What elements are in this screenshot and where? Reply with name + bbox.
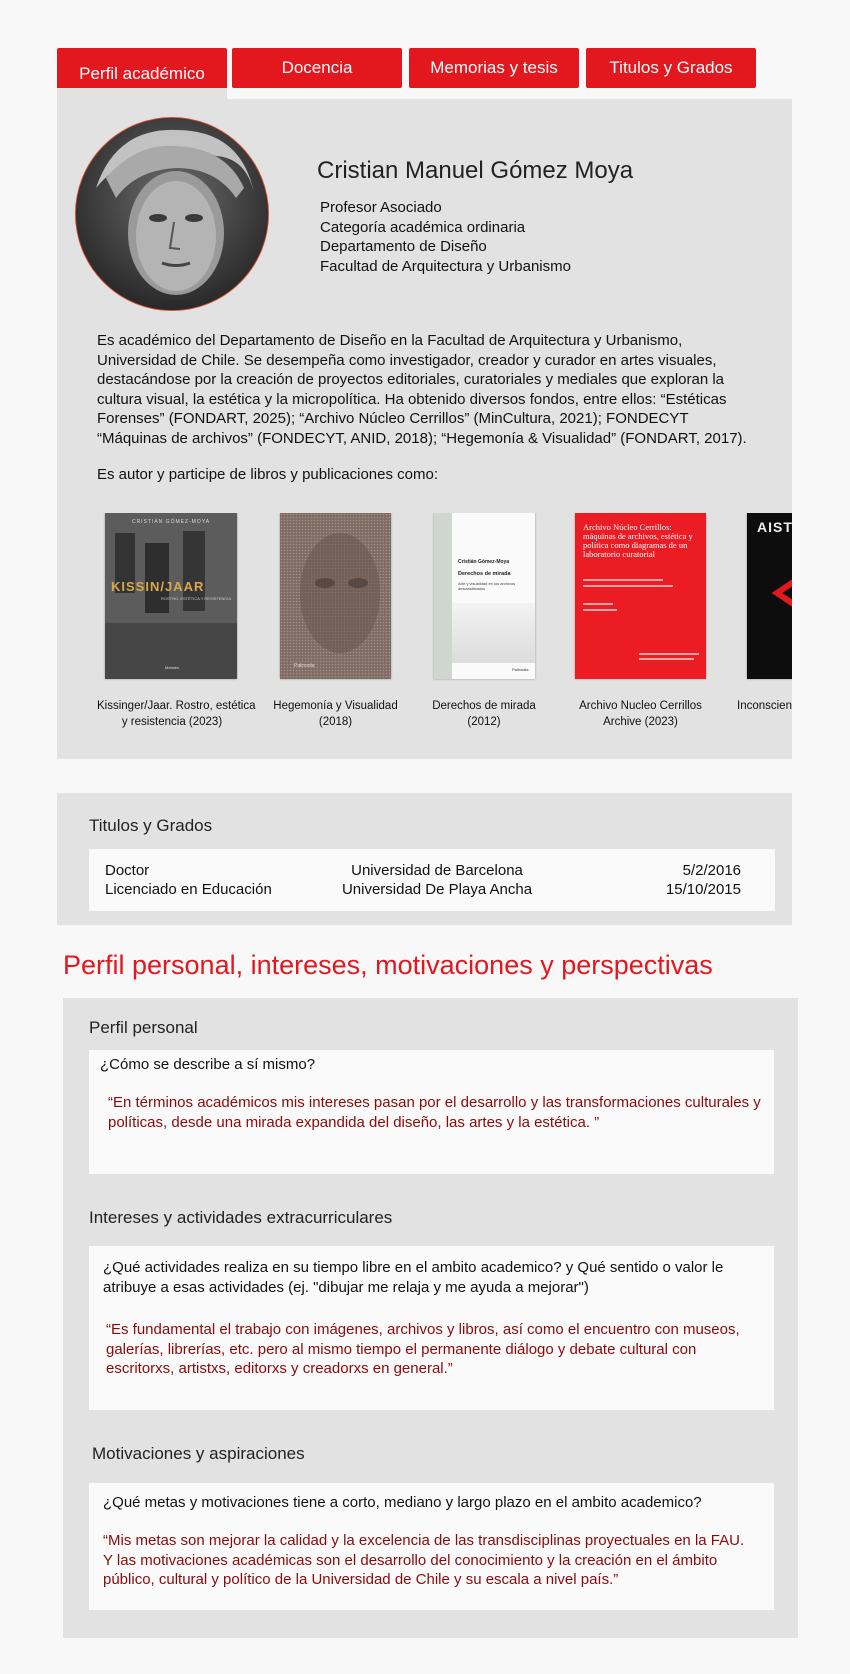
profile-panel: Cristian Manuel Gómez Moya Profesor Asoc… xyxy=(57,99,792,759)
answer-text: “Mis metas son mejorar la calidad y la e… xyxy=(103,1532,745,1588)
tab-memorias-y-tesis[interactable]: Memorias y tesis xyxy=(409,48,579,88)
personal-profile-title: Perfil personal xyxy=(89,1018,198,1037)
book-caption: Derechos de mirada (2012) xyxy=(432,700,536,728)
book-caption: Hegemonía y Visualidad (2018) xyxy=(273,700,398,728)
book-cover-derechos-de-mirada[interactable]: Cristián Gómez-Moya Derechos de mirada A… xyxy=(434,513,535,679)
profile-name: Cristian Manuel Gómez Moya xyxy=(317,157,634,184)
degree-institution: Universidad de Barcelona xyxy=(351,862,523,879)
role-faculty: Facultad de Arquitectura y Urbanismo xyxy=(320,257,571,275)
books-intro: Es autor y participe de libros y publica… xyxy=(97,466,439,483)
motivations-title: Motivaciones y aspiraciones xyxy=(92,1444,305,1463)
active-tab-connector xyxy=(57,88,227,102)
answer-text: “En términos académicos mis intereses pa… xyxy=(108,1094,761,1131)
book-cover-inconsciente[interactable]: AISTH xyxy=(747,513,792,679)
table-row: Licenciado en Educación Universidad De P… xyxy=(89,881,775,900)
book-caption: Inconsciente xyxy=(737,700,792,712)
cover-publisher: Palinodia xyxy=(512,667,529,672)
motivations-box: ¿Qué metas y motivaciones tiene a corto,… xyxy=(89,1483,774,1610)
degree-date: 5/2/2016 xyxy=(682,862,741,879)
grades-title: Titulos y Grados xyxy=(89,816,213,835)
degree-name: Licenciado en Educación xyxy=(105,881,272,898)
interests-title: Intereses y actividades extracurriculare… xyxy=(89,1208,393,1227)
book-cover-hegemonia[interactable]: Palinodia xyxy=(280,513,391,679)
cover-title: Derechos de mirada xyxy=(458,571,511,577)
personal-panel: Perfil personal ¿Cómo se describe a sí m… xyxy=(63,998,798,1638)
cover-title: KISSIN/JAAR xyxy=(111,579,205,594)
book-cover-kissin-jaar[interactable]: CRISTIÁN GÓMEZ-MOYA KISSIN/JAAR ROSTRO, … xyxy=(105,513,237,679)
role-department: Departamento de Diseño xyxy=(320,238,487,255)
role-list: Profesor Asociado Categoría académica or… xyxy=(320,198,571,276)
degree-institution: Universidad De Playa Ancha xyxy=(341,881,533,898)
books-carousel: CRISTIÁN GÓMEZ-MOYA KISSIN/JAAR ROSTRO, … xyxy=(57,513,792,733)
personal-profile-box: ¿Cómo se describe a sí mismo? “En términ… xyxy=(89,1050,774,1174)
avatar xyxy=(75,117,269,311)
cover-subtitle: Arte y visualidad en los archivos descla… xyxy=(458,581,516,591)
question-text: ¿Qué actividades realiza en su tiempo li… xyxy=(103,1259,724,1296)
answer-text: “Es fundamental el trabajo con imágenes,… xyxy=(106,1321,740,1377)
cover-title: Archivo Núcleo Cerrillos: máquinas de ar… xyxy=(583,522,693,559)
role-position: Profesor Asociado xyxy=(320,199,442,216)
tab-titulos-y-grados[interactable]: Titulos y Grados xyxy=(586,48,756,88)
profile-bio: Es académico del Departamento de Diseño … xyxy=(97,332,747,447)
book-caption: Archivo Nucleo Cerrillos Archive (2023) xyxy=(579,700,702,728)
degree-date: 15/10/2015 xyxy=(665,881,741,898)
tab-docencia[interactable]: Docencia xyxy=(232,48,402,88)
cover-publisher: Palinodia xyxy=(294,663,315,669)
portrait-image xyxy=(76,118,268,310)
grades-panel: Titulos y Grados Doctor Universidad de B… xyxy=(57,793,792,925)
degree-name: Doctor xyxy=(105,862,150,879)
table-row: Doctor Universidad de Barcelona 5/2/2016 xyxy=(89,862,775,881)
question-text: ¿Qué metas y motivaciones tiene a corto,… xyxy=(103,1494,702,1511)
book-caption: Kissinger/Jaar. Rostro, estética y resis… xyxy=(97,700,256,728)
role-category: Categoría académica ordinaria xyxy=(320,218,526,236)
cover-subtitle: ROSTRO, ESTÉTICA Y RESISTENCIA xyxy=(161,596,232,601)
cover-author: CRISTIÁN GÓMEZ-MOYA xyxy=(131,519,211,525)
book-cover-archivo-nucleo-cerrillos[interactable]: Archivo Núcleo Cerrillos: máquinas de ar… xyxy=(575,513,706,679)
question-text: ¿Cómo se describe a sí mismo? xyxy=(100,1056,316,1073)
interests-box: ¿Qué actividades realiza en su tiempo li… xyxy=(89,1246,774,1410)
personal-section-heading: Perfil personal, intereses, motivaciones… xyxy=(63,950,713,980)
grades-table: Doctor Universidad de Barcelona 5/2/2016… xyxy=(89,849,775,911)
cover-author: Cristián Gómez-Moya xyxy=(458,559,510,565)
cover-publisher: Metales xyxy=(165,665,180,670)
